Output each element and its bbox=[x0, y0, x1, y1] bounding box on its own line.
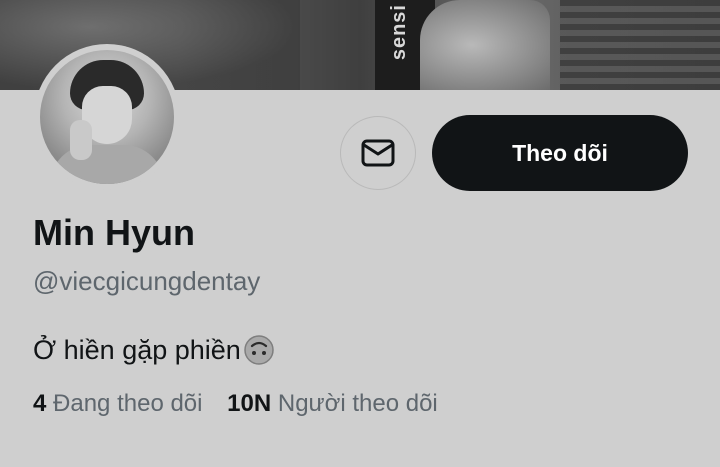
upside-down-face-emoji-icon bbox=[244, 335, 274, 365]
profile-name: Min Hyun bbox=[33, 212, 195, 253]
following-count: 4 bbox=[33, 390, 47, 417]
profile-page: sensi Theo dõi Min Hyun @viecgicungdenta… bbox=[0, 0, 720, 467]
profile-handle: @viecgicungdentay bbox=[33, 266, 261, 296]
message-button[interactable] bbox=[340, 116, 416, 190]
followers-stat[interactable]: 10N Người theo dõi bbox=[227, 390, 438, 418]
banner-bottle-label: sensi bbox=[388, 4, 410, 61]
bio-text: Ở hiền gặp phiền bbox=[33, 334, 241, 365]
follow-button[interactable]: Theo dõi bbox=[432, 115, 688, 191]
followers-label: Người theo dõi bbox=[277, 390, 438, 417]
banner-gym-equipment bbox=[560, 0, 720, 90]
avatar[interactable] bbox=[34, 44, 180, 190]
avatar-shirt bbox=[50, 145, 164, 184]
avatar-photo bbox=[40, 50, 174, 184]
following-stat[interactable]: 4 Đang theo dõi bbox=[33, 390, 202, 418]
followers-count: 10N bbox=[227, 390, 272, 417]
profile-bio: Ở hiền gặp phiền bbox=[33, 334, 275, 366]
following-label: Đang theo dõi bbox=[53, 390, 203, 417]
avatar-hand bbox=[70, 120, 92, 160]
envelope-icon bbox=[361, 139, 395, 167]
banner-hand bbox=[420, 0, 550, 90]
profile-stats: 4 Đang theo dõi 10N Người theo dõi bbox=[33, 390, 438, 418]
